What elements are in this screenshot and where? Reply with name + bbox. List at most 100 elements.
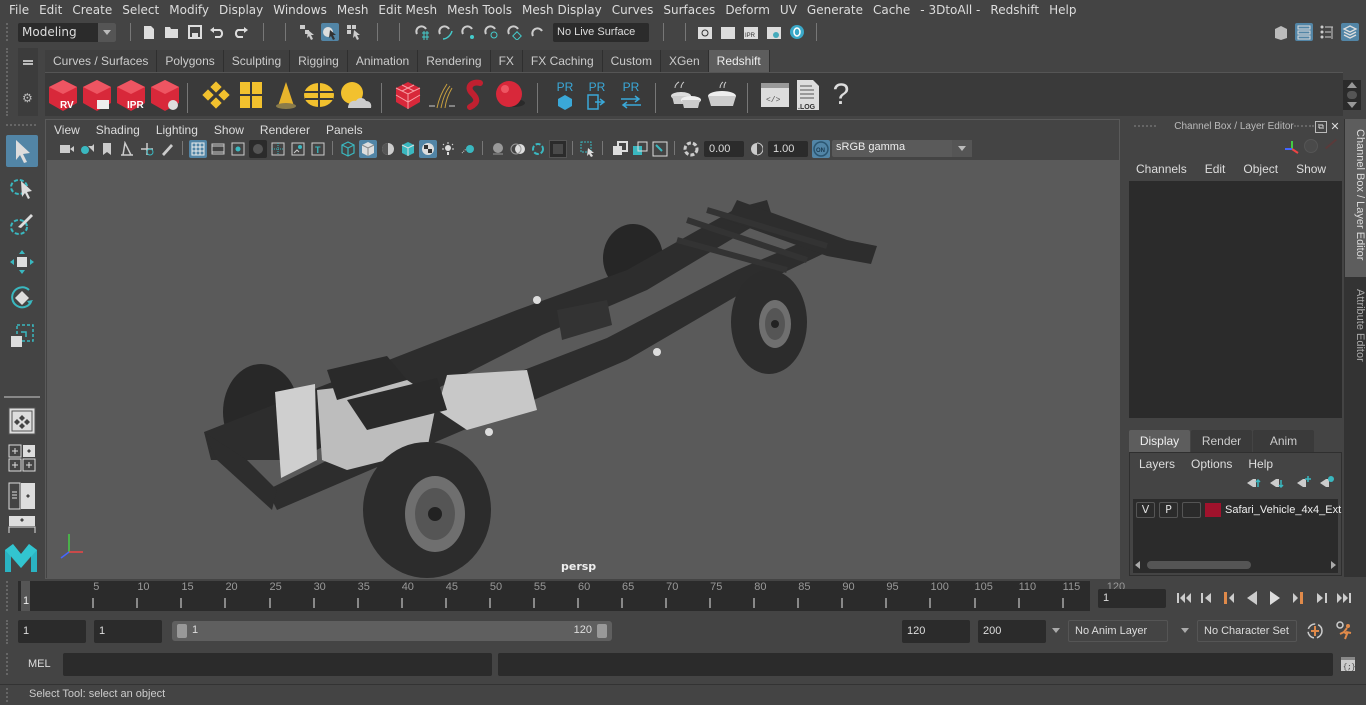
time-slider[interactable]: 1 5 10 15 20 25 30 35 40 45 50 55 60 65 70 75 80 85 90 95 1…: [18, 581, 1125, 611]
snap-point-icon[interactable]: [459, 23, 477, 41]
motion-blur-icon[interactable]: [509, 140, 527, 158]
select-tool-icon[interactable]: [6, 135, 38, 167]
menu-cache[interactable]: Cache: [868, 3, 915, 17]
camera-attributes-icon[interactable]: [78, 140, 96, 158]
menu-help[interactable]: Help: [1044, 3, 1081, 17]
step-forward-frame-icon[interactable]: [1290, 589, 1308, 607]
range-slider-bar[interactable]: 1 120: [172, 621, 612, 641]
isolate-select-icon[interactable]: [579, 140, 597, 158]
image-plane-icon[interactable]: [118, 140, 136, 158]
drag-handle[interactable]: [6, 653, 10, 675]
channel-menu-object[interactable]: Object: [1243, 162, 1278, 176]
camera-select-icon[interactable]: [58, 140, 76, 158]
2d-pan-zoom-icon[interactable]: [138, 140, 156, 158]
scale-tool-icon[interactable]: [6, 320, 38, 352]
paint-select-tool-icon[interactable]: [6, 208, 38, 240]
textured-icon[interactable]: [419, 140, 437, 158]
viewport-menu-view[interactable]: View: [46, 123, 88, 137]
slash-icon[interactable]: [1324, 138, 1338, 150]
render-view-icon[interactable]: [696, 23, 714, 41]
drag-handle[interactable]: [1294, 125, 1314, 127]
use-all-lights-icon[interactable]: [439, 140, 457, 158]
layer-row[interactable]: V P Safari_Vehicle_4x4_Ext: [1136, 502, 1341, 518]
select-by-hierarchy-icon[interactable]: [298, 23, 316, 41]
bookmark-icon[interactable]: [98, 140, 116, 158]
rs-proxy-export-icon[interactable]: PR: [551, 77, 579, 113]
grid-toggle-icon[interactable]: [189, 140, 207, 158]
xray-joints-icon[interactable]: [631, 140, 649, 158]
select-by-object-icon[interactable]: [321, 23, 339, 41]
range-end-handle[interactable]: [597, 624, 607, 638]
move-tool-icon[interactable]: [6, 246, 38, 278]
snap-curve-icon[interactable]: [436, 23, 454, 41]
drag-handle[interactable]: [6, 23, 10, 41]
menu-windows[interactable]: Windows: [268, 3, 332, 17]
channel-list[interactable]: [1129, 181, 1342, 418]
auto-key-icon[interactable]: [1306, 622, 1324, 640]
channel-box-icon[interactable]: [1341, 23, 1359, 41]
rs-hair-icon[interactable]: [425, 77, 459, 113]
layer-menu-layers[interactable]: Layers: [1139, 457, 1175, 471]
menu-redshift[interactable]: Redshift: [985, 3, 1044, 17]
menu-edit[interactable]: Edit: [34, 3, 67, 17]
render-current-icon[interactable]: [719, 23, 737, 41]
ambient-occlusion-icon[interactable]: [489, 140, 507, 158]
rs-volume-icon[interactable]: [459, 77, 491, 113]
shelf-settings-gear-icon[interactable]: ⚙: [22, 92, 34, 104]
move-layer-up-icon[interactable]: [1246, 477, 1262, 489]
go-to-end-icon[interactable]: [1335, 589, 1353, 607]
go-to-start-icon[interactable]: [1175, 589, 1193, 607]
layer-menu-help[interactable]: Help: [1248, 457, 1273, 471]
grease-pencil-icon[interactable]: [158, 140, 176, 158]
3d-viewport[interactable]: persp: [47, 160, 1119, 578]
select-by-component-icon[interactable]: [345, 23, 363, 41]
anim-layer-dropdown-icon[interactable]: [1052, 628, 1060, 637]
command-input[interactable]: [63, 653, 492, 676]
four-view-layout-icon[interactable]: [6, 442, 38, 474]
drag-handle[interactable]: [6, 48, 14, 116]
wireframe-icon[interactable]: [339, 140, 357, 158]
anim-layer-select[interactable]: No Anim Layer: [1068, 620, 1168, 642]
snap-grid-icon[interactable]: [413, 23, 431, 41]
rs-proxy-swap-icon[interactable]: PR: [617, 77, 645, 113]
layer-color-swatch[interactable]: [1205, 503, 1221, 517]
open-scene-icon[interactable]: [163, 23, 181, 41]
shelf-scroll[interactable]: [1343, 80, 1361, 110]
gate-mask-icon[interactable]: [249, 140, 267, 158]
workspace-select[interactable]: Modeling: [18, 23, 116, 42]
scene-end-field[interactable]: 200: [978, 620, 1046, 643]
menu-surfaces[interactable]: Surfaces: [658, 3, 720, 17]
snap-live-icon[interactable]: [528, 23, 546, 41]
step-back-frame-icon[interactable]: [1219, 589, 1237, 607]
drag-handle[interactable]: [6, 581, 10, 611]
animation-preferences-icon[interactable]: [1335, 621, 1353, 640]
range-start-handle[interactable]: [177, 624, 187, 638]
rs-log-icon[interactable]: .LOG: [793, 77, 823, 113]
rs-help-icon[interactable]: ?: [831, 77, 851, 113]
shelf-menu-icon[interactable]: [23, 60, 33, 62]
safe-title-icon[interactable]: T: [309, 140, 327, 158]
move-layer-down-icon[interactable]: [1269, 477, 1285, 489]
scene-start-field[interactable]: 1: [18, 620, 86, 643]
scroll-thumb[interactable]: [1147, 561, 1251, 569]
tool-settings-icon[interactable]: [1318, 23, 1336, 41]
shelf-tab-custom[interactable]: Custom: [602, 50, 661, 72]
character-set-select[interactable]: No Character Set: [1197, 620, 1297, 642]
shelf-tab-xgen[interactable]: XGen: [660, 50, 709, 72]
gamma-field[interactable]: 1.00: [768, 141, 808, 157]
rs-sphere-icon[interactable]: [493, 77, 527, 113]
current-frame-field[interactable]: 1: [1098, 589, 1166, 608]
tab-channel-box[interactable]: Channel Box / Layer Editor: [1345, 119, 1366, 277]
default-material-icon[interactable]: [379, 140, 397, 158]
new-layer-icon[interactable]: [1296, 475, 1312, 489]
step-back-key-icon[interactable]: [1197, 589, 1215, 607]
single-perspective-layout-icon[interactable]: [6, 405, 38, 437]
shelf-tab-rendering[interactable]: Rendering: [418, 50, 491, 72]
command-language-label[interactable]: MEL: [28, 658, 51, 670]
drag-handle[interactable]: [6, 620, 10, 644]
float-panel-icon[interactable]: ⧉: [1315, 121, 1327, 133]
drag-handle[interactable]: [6, 688, 10, 702]
menu-3dtoall[interactable]: - 3DtoAll -: [915, 3, 985, 17]
shelf-tab-redshift[interactable]: Redshift: [708, 50, 770, 72]
key-indicator-icon[interactable]: [1304, 139, 1318, 153]
